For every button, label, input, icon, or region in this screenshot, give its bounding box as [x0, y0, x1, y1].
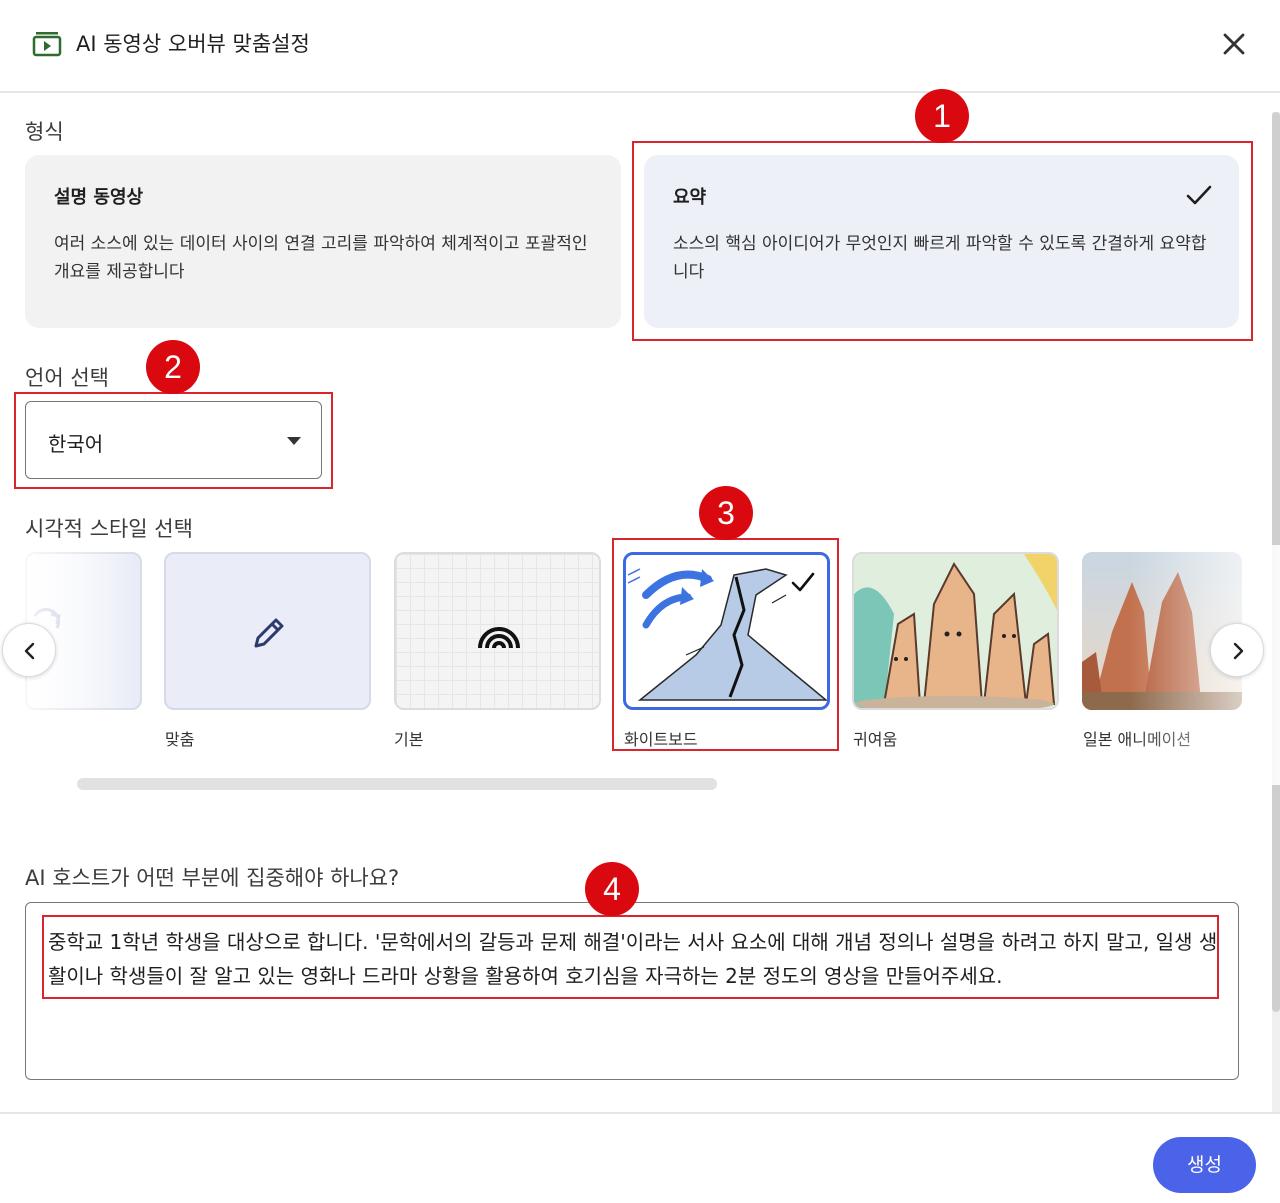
- caret-down-icon: [287, 437, 301, 445]
- carousel-prev-button[interactable]: [2, 623, 56, 677]
- style-tile-basic[interactable]: [394, 552, 601, 710]
- style-tile-whiteboard[interactable]: [623, 552, 830, 710]
- language-dropdown[interactable]: 한국어: [25, 401, 322, 479]
- format-option-summary[interactable]: 요약 소스의 핵심 아이디어가 무엇인지 빠르게 파악할 수 있도록 간결하게 …: [644, 155, 1239, 328]
- annotation-badge-3: 3: [699, 486, 753, 540]
- carousel-scrollbar[interactable]: [77, 778, 717, 790]
- cute-rocks-image: [854, 554, 1057, 708]
- dialog-footer: [0, 1112, 1280, 1203]
- vertical-scrollbar[interactable]: [1272, 112, 1280, 1112]
- focus-label: AI 호스트가 어떤 부분에 집중해야 하나요?: [25, 866, 400, 890]
- language-selected-value: 한국어: [48, 432, 104, 456]
- chevron-right-icon: [1233, 642, 1244, 660]
- style-label-anime: 일본 애니메이션: [1083, 730, 1192, 749]
- video-overview-icon: [32, 32, 62, 57]
- annotation-badge-4: 4: [585, 862, 639, 916]
- format-option-title: 요약: [673, 187, 707, 208]
- check-icon: [791, 572, 815, 592]
- carousel-next-button[interactable]: [1210, 623, 1264, 677]
- dialog-header: AI 동영상 오버뷰 맞춤설정: [0, 0, 1280, 93]
- visual-style-label: 시각적 스타일 선택: [25, 517, 193, 541]
- format-label: 형식: [25, 120, 64, 144]
- vertical-scrollbar-thumb[interactable]: [1272, 112, 1280, 1012]
- format-option-title: 설명 동영상: [54, 187, 144, 208]
- style-label-whiteboard: 화이트보드: [624, 730, 698, 749]
- check-icon: [1186, 185, 1212, 205]
- generate-button[interactable]: 생성: [1153, 1137, 1256, 1193]
- format-option-explainer[interactable]: 설명 동영상 여러 소스에 있는 데이터 사이의 연결 고리를 파악하여 체계적…: [25, 155, 621, 328]
- language-label: 언어 선택: [25, 366, 109, 390]
- format-option-description: 여러 소스에 있는 데이터 사이의 연결 고리를 파악하여 체계적이고 포괄적인…: [54, 234, 588, 282]
- focus-textarea-value: 중학교 1학년 학생을 대상으로 합니다. '문학에서의 갈등과 문제 해결'이…: [48, 930, 1218, 988]
- dialog-title: AI 동영상 오버뷰 맞춤설정: [76, 32, 310, 56]
- format-option-description: 소스의 핵심 아이디어가 무엇인지 빠르게 파악할 수 있도록 간결하게 요약합…: [673, 234, 1207, 282]
- pencil-icon: [254, 618, 284, 648]
- style-label-basic: 기본: [394, 730, 424, 749]
- rainbow-icon: [478, 627, 520, 649]
- close-icon[interactable]: [1216, 26, 1252, 62]
- chevron-left-icon: [24, 642, 35, 660]
- style-tile-cute[interactable]: [852, 552, 1059, 710]
- annotation-badge-2: 2: [146, 340, 200, 394]
- style-tile-custom[interactable]: [164, 552, 371, 710]
- annotation-badge-1: 1: [915, 89, 969, 143]
- focus-textarea[interactable]: 중학교 1학년 학생을 대상으로 합니다. '문학에서의 갈등과 문제 해결'이…: [25, 902, 1239, 1080]
- style-label-cute: 귀여움: [853, 730, 898, 749]
- style-label-custom: 맞춤: [165, 730, 195, 749]
